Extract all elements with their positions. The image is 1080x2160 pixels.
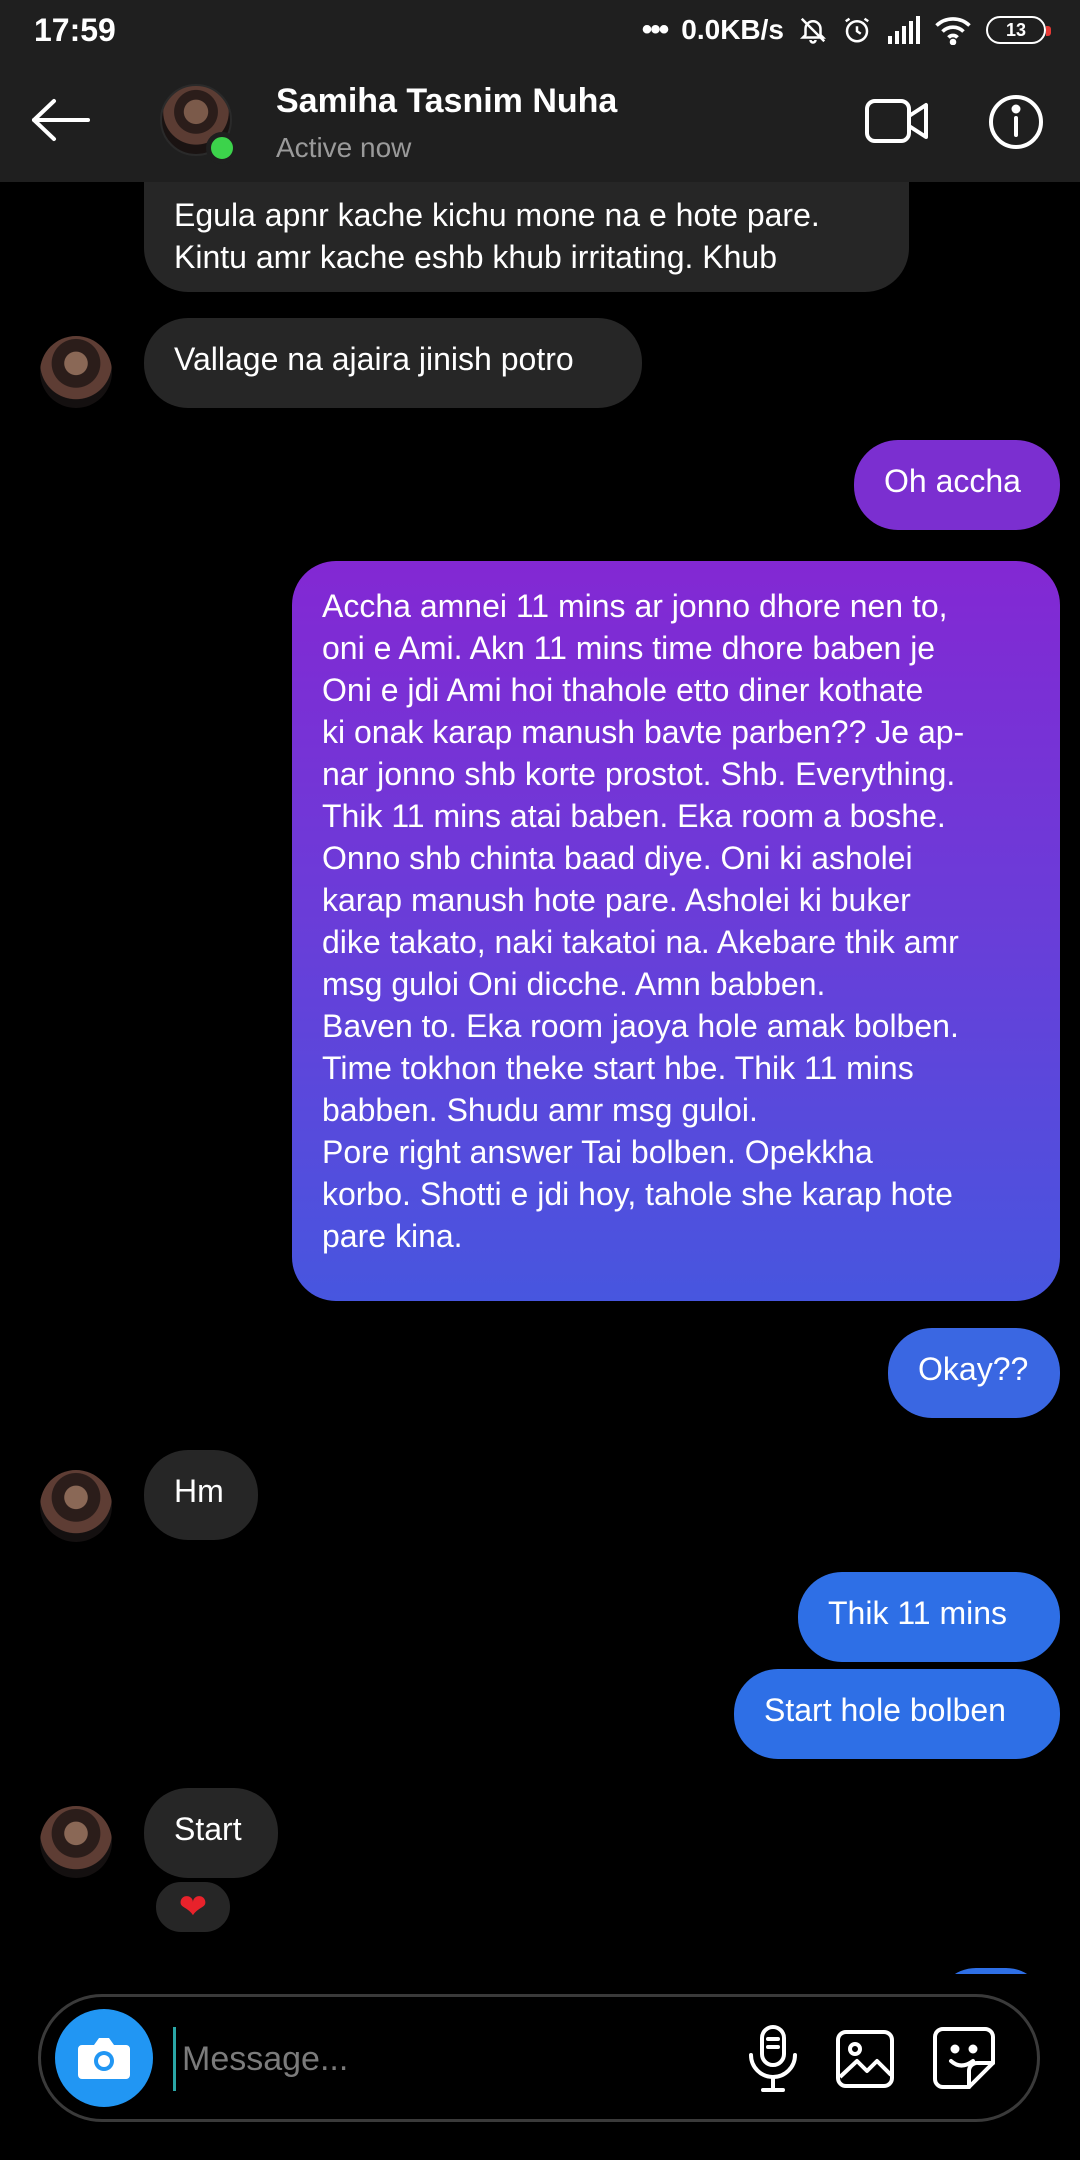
network-speed: 0.0KB/s: [681, 14, 784, 45]
back-button[interactable]: [26, 92, 96, 148]
sticker-button[interactable]: [931, 2025, 997, 2091]
message-bubble-outgoing[interactable]: Accha amnei 11 mins ar jonno dhore nen t…: [292, 561, 1060, 1301]
camera-icon: [78, 2038, 130, 2079]
signal-icon: [888, 16, 920, 44]
message-bubble-outgoing[interactable]: Thik 11 mins: [798, 1572, 1060, 1662]
mute-bell-icon: [799, 17, 827, 44]
status-time: 17:59: [34, 11, 116, 48]
chat-header: Samiha Tasnim Nuha Active now: [0, 60, 1080, 182]
message-bubble-incoming[interactable]: Hm: [144, 1450, 258, 1540]
back-arrow-icon: [32, 99, 90, 141]
status-bar: 17:59 ••• 0.0KB/s 13: [0, 0, 1080, 60]
message-bubble-incoming[interactable]: Egula apnr kache kichu mone na e hote pa…: [144, 182, 909, 292]
wifi-icon: [935, 17, 971, 45]
message-bubble-incoming[interactable]: Start: [144, 1788, 278, 1878]
microphone-icon: [749, 2025, 797, 2092]
message-composer: [38, 1994, 1040, 2122]
dots-icon: •••: [641, 13, 669, 46]
contact-avatar-small[interactable]: [40, 336, 112, 408]
info-button[interactable]: [988, 94, 1044, 150]
heart-reaction[interactable]: ❤: [152, 1878, 234, 1936]
sticker-icon: [933, 2027, 995, 2089]
heart-icon: ❤: [178, 1888, 208, 1926]
contact-name[interactable]: Samiha Tasnim Nuha: [276, 82, 617, 121]
video-call-button[interactable]: [864, 96, 930, 146]
info-icon: [989, 95, 1043, 149]
message-input[interactable]: [173, 2027, 733, 2091]
contact-avatar-small[interactable]: [40, 1470, 112, 1542]
gallery-icon: [836, 2030, 894, 2088]
online-indicator: [206, 132, 238, 164]
message-bubble-outgoing[interactable]: Okay??: [888, 1328, 1060, 1418]
message-bubble-outgoing-partial: [936, 1968, 1046, 1974]
camera-button[interactable]: [55, 2009, 153, 2107]
message-list[interactable]: Egula apnr kache kichu mone na e hote pa…: [0, 182, 1080, 1974]
video-call-icon: [865, 99, 928, 143]
battery-level: 13: [1005, 19, 1027, 40]
message-bubble-outgoing[interactable]: Start hole bolben: [734, 1669, 1060, 1759]
alarm-icon: [845, 17, 869, 43]
contact-status: Active now: [276, 132, 412, 163]
status-icons: ••• 0.0KB/s 13: [641, 13, 1051, 47]
messenger-chat-screen: 17:59 ••• 0.0KB/s 13 Samiha Tasnim Nuha …: [0, 0, 1080, 2160]
message-bubble-outgoing[interactable]: Oh accha: [854, 440, 1060, 530]
gallery-button[interactable]: [833, 2027, 897, 2091]
contact-avatar-small[interactable]: [40, 1806, 112, 1878]
voice-message-button[interactable]: [741, 2023, 805, 2095]
battery-icon: 13: [986, 16, 1051, 44]
message-bubble-incoming[interactable]: Vallage na ajaira jinish potro: [144, 318, 642, 408]
